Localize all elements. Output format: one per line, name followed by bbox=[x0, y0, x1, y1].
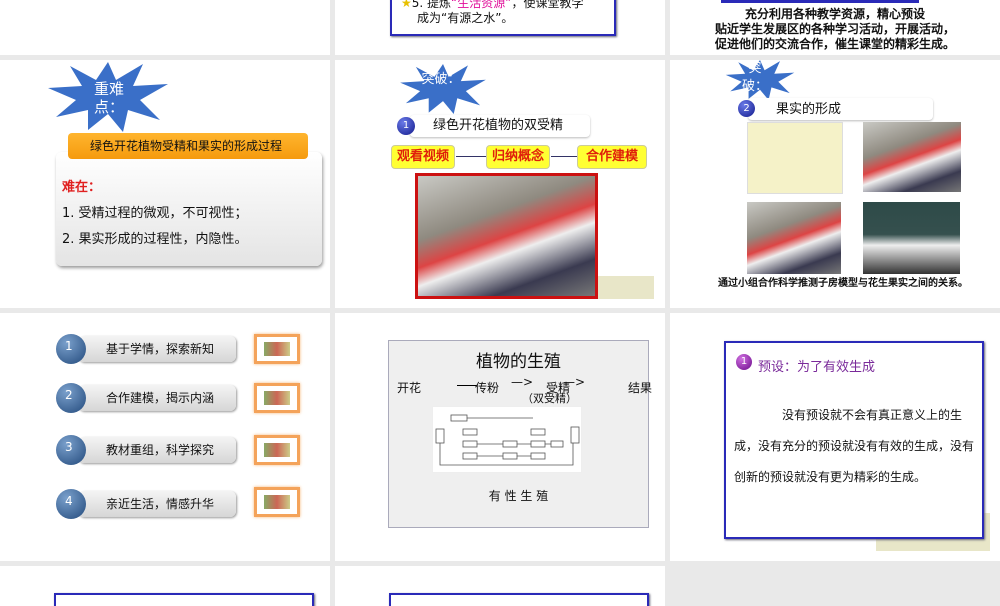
slide-title: 绿色开花植物的双受精 bbox=[433, 118, 564, 133]
starburst-icon: 突破： bbox=[710, 60, 810, 100]
number-badge: 3 bbox=[56, 435, 86, 465]
classroom-photo bbox=[747, 202, 841, 274]
slide-thumbnail-11[interactable] bbox=[335, 566, 665, 606]
slide-thumbnail-8[interactable]: 植物的生殖 开花 传粉 —> 受精 —> 结果 （双受精） 有 性 生 殖 bbox=[335, 313, 665, 561]
flow-step: 传粉 bbox=[475, 381, 500, 395]
list-item: 基于学情，探索新知 bbox=[78, 336, 236, 362]
arrow-icon: —> bbox=[511, 375, 534, 389]
number-badge: 1 bbox=[397, 117, 415, 135]
slide-caption: 通过小组合作科学推测子房模型与花生果实之间的关系。 bbox=[718, 278, 968, 289]
slide-title: 预设：为了有效生成 bbox=[758, 360, 876, 375]
slide-title: 植物的生殖 bbox=[476, 352, 561, 372]
slide-header: 绿色开花植物受精和果实的形成过程 bbox=[68, 133, 308, 159]
slide-text: 没有预设就不会有真正意义上的生成，没有充分的预设就没有有效的生成，没有创新的预设… bbox=[734, 408, 975, 484]
classroom-photo bbox=[863, 202, 960, 274]
slide-thumbnail-7[interactable]: 基于学情，探索新知 1 合作建模，揭示内涵 2 教材重组，科学探究 3 亲近生活… bbox=[0, 313, 330, 561]
arrow-icon: —> bbox=[563, 375, 586, 389]
slide-text: 1. 受精过程的微观，不可视性； bbox=[62, 206, 248, 221]
step-label: 合作建模 bbox=[577, 145, 647, 169]
number-badge: 1 bbox=[736, 354, 752, 370]
list-item: 合作建模，揭示内涵 bbox=[78, 385, 236, 411]
step-label: 归纳概念 bbox=[486, 145, 550, 169]
slide-caption: 有 性 生 殖 bbox=[488, 489, 549, 503]
star-icon: ★ bbox=[401, 0, 412, 10]
number-badge: 2 bbox=[56, 383, 86, 413]
starburst-icon: 重难点： bbox=[48, 62, 168, 132]
number-badge: 1 bbox=[56, 334, 86, 364]
blue-bar bbox=[721, 0, 919, 3]
slide-text: 成为“有源之水”。 bbox=[417, 11, 514, 25]
slide-thumbnail-3[interactable]: 充分利用各种教学资源，精心预设 贴近学生发展区的各种学习活动，开展活动， 促进他… bbox=[670, 0, 1000, 55]
thumbnail-image bbox=[254, 487, 300, 517]
list-item: 教材重组，科学探究 bbox=[78, 437, 236, 463]
list-item: 亲近生活，情感升华 bbox=[78, 491, 236, 517]
slide-thumbnail-10[interactable] bbox=[0, 566, 330, 606]
slide-thumbnail-1[interactable] bbox=[0, 0, 330, 55]
flow-note: （双受精） bbox=[522, 392, 577, 405]
thumbnail-image bbox=[254, 383, 300, 413]
slide-title: 果实的形成 bbox=[776, 102, 842, 117]
diagram-image bbox=[747, 122, 843, 194]
thumbnail-image bbox=[254, 435, 300, 465]
thumbnail-image bbox=[254, 334, 300, 364]
slide-text: 促进他们的交流合作，催生课堂的精彩生成。 bbox=[714, 37, 955, 51]
slide-text: 2. 果实形成的过程性，内隐性。 bbox=[62, 232, 248, 247]
arrow-icon bbox=[551, 156, 577, 157]
slide-text: 难在： bbox=[62, 180, 102, 195]
arrow-icon bbox=[456, 156, 486, 157]
number-badge: 4 bbox=[56, 489, 86, 519]
slide-thumbnail-9[interactable]: 1 预设：为了有效生成 没有预设就不会有真正意义上的生成，没有充分的预设就没有有… bbox=[670, 313, 1000, 561]
number-badge: 2 bbox=[738, 100, 755, 117]
slide-thumbnail-5[interactable]: 突破： 1 绿色开花植物的双受精 观看视频 归纳概念 合作建模 bbox=[335, 60, 665, 308]
slide-text: 贴近学生发展区的各种学习活动，开展活动， bbox=[714, 22, 955, 36]
classroom-photo bbox=[415, 173, 598, 299]
slide-thumbnail-2[interactable]: ★5. 提炼“生活资源”，使课堂教学 成为“有源之水”。 bbox=[335, 0, 665, 55]
slide-thumbnail-6[interactable]: 突破： 2 果实的形成 通过小组合作科学推测子房模型与花生果实之间的关系。 bbox=[670, 60, 1000, 308]
slide-text: 充分利用各种教学资源，精心预设 bbox=[744, 7, 925, 21]
flow-step: 开花 bbox=[397, 381, 422, 395]
classroom-photo bbox=[863, 122, 961, 192]
flow-step: 结果 bbox=[628, 381, 653, 395]
step-label: 观看视频 bbox=[391, 145, 455, 169]
diagram-image bbox=[432, 406, 582, 473]
slide-thumbnail-4[interactable]: 重难点： 绿色开花植物受精和果实的形成过程 难在： 1. 受精过程的微观，不可视… bbox=[0, 60, 330, 308]
starburst-icon: 突破： bbox=[393, 64, 493, 114]
